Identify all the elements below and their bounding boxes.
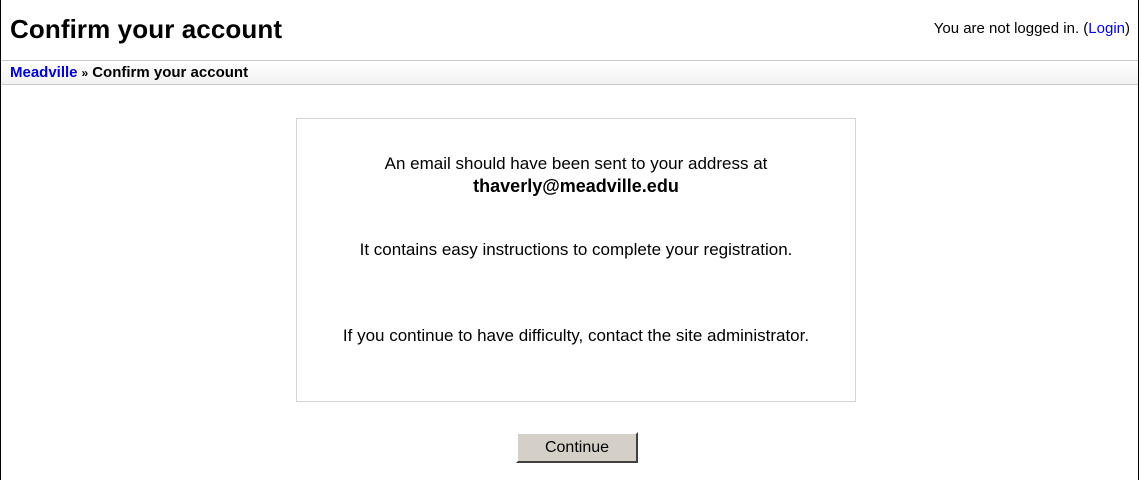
login-status-text: You are not logged in. ( <box>933 20 1089 37</box>
email-sent-message: An email should have been sent to your a… <box>297 152 855 198</box>
email-sent-text: An email should have been sent to your a… <box>384 154 768 173</box>
page-title: Confirm your account <box>10 14 283 44</box>
page-header: Confirm your account You are not logged … <box>1 0 1138 54</box>
login-status-close: ) <box>1125 20 1130 37</box>
breadcrumb: Meadville» Confirm your account <box>1 60 1138 85</box>
continue-button[interactable]: Continue <box>516 432 638 463</box>
login-info: You are not logged in. (Login) <box>934 20 1130 37</box>
login-link[interactable]: Login <box>1088 20 1125 37</box>
instructions-message: It contains easy instructions to complet… <box>359 240 793 259</box>
breadcrumb-home-link[interactable]: Meadville <box>10 64 78 81</box>
page-frame: Confirm your account You are not logged … <box>0 0 1139 480</box>
breadcrumb-separator: » <box>81 66 89 80</box>
breadcrumb-current: Confirm your account <box>92 64 249 81</box>
email-address: thaverly@meadville.edu <box>473 176 679 196</box>
confirmation-message-box: An email should have been sent to your a… <box>296 118 856 402</box>
difficulty-message: If you continue to have difficulty, cont… <box>342 326 810 345</box>
